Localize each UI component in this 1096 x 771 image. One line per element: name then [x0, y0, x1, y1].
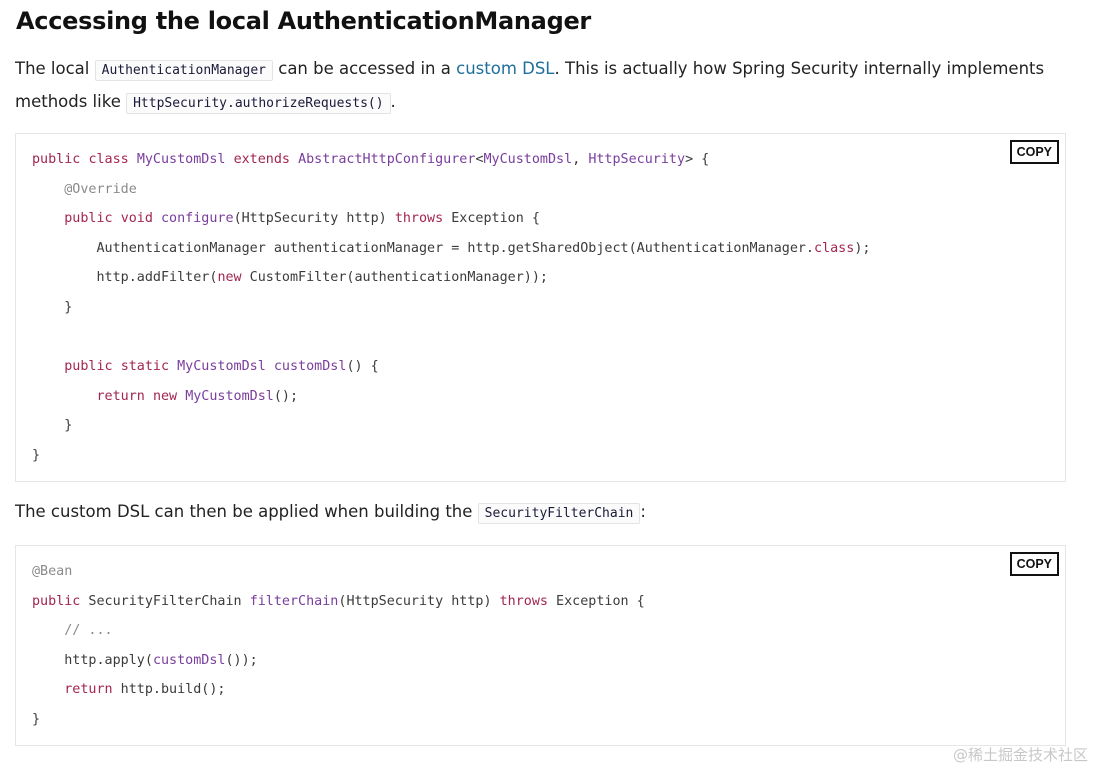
- inline-code-security-filter-chain: SecurityFilterChain: [477, 503, 641, 524]
- intro-text-mid: can be accessed in a: [273, 59, 457, 78]
- inline-code-authorize-requests: HttpSecurity.authorizeRequests(): [126, 93, 391, 114]
- intro-text-end: .: [390, 92, 396, 111]
- copy-button[interactable]: COPY: [1009, 140, 1059, 164]
- code-listing: public class MyCustomDsl extends Abstrac…: [32, 152, 871, 463]
- copy-button[interactable]: COPY: [1009, 552, 1059, 576]
- intro-text-before: The local: [15, 59, 95, 78]
- intro-paragraph: The local AuthenticationManager can be a…: [15, 53, 1075, 119]
- watermark: @稀土掘金技术社区: [952, 746, 1088, 764]
- custom-dsl-link[interactable]: custom DSL: [456, 59, 554, 78]
- apply-text-after: :: [640, 502, 646, 521]
- code-listing: @Bean public SecurityFilterChain filterC…: [32, 564, 645, 727]
- apply-text-before: The custom DSL can then be applied when …: [15, 502, 478, 521]
- inline-code-authentication-manager: AuthenticationManager: [94, 60, 273, 81]
- code-block-custom-dsl: COPY public class MyCustomDsl extends Ab…: [15, 133, 1066, 482]
- page-title: Accessing the local AuthenticationManage…: [16, 7, 591, 35]
- apply-paragraph: The custom DSL can then be applied when …: [15, 496, 1075, 529]
- code-block-filter-chain: COPY @Bean public SecurityFilterChain fi…: [15, 545, 1066, 746]
